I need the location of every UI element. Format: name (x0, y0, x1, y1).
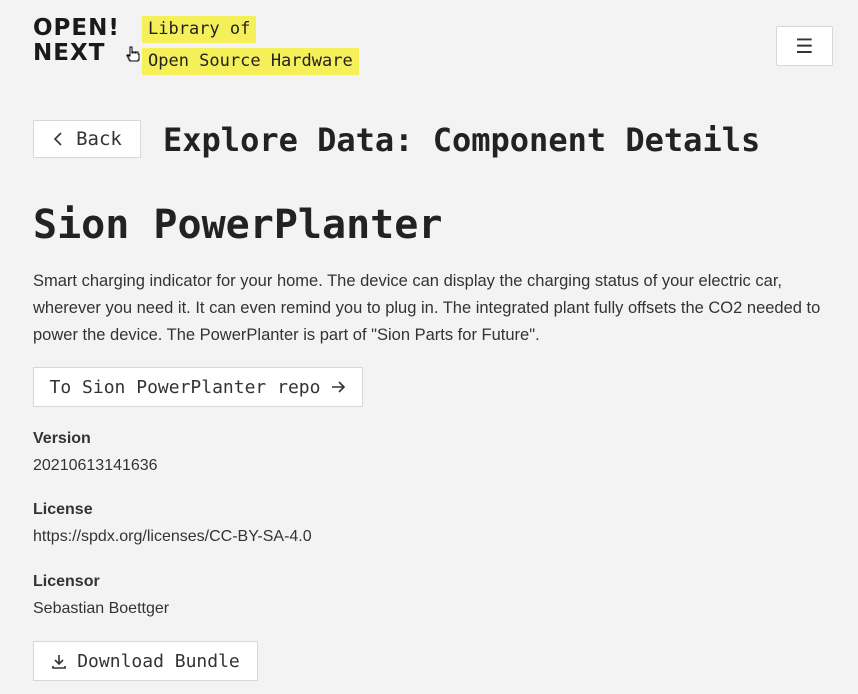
logo-line-2: NEXT (33, 40, 106, 66)
hamburger-menu-icon: ☰ (795, 34, 814, 58)
component-description: Smart charging indicator for your home. … (33, 272, 821, 344)
component-title: Sion PowerPlanter (33, 202, 443, 248)
download-icon (51, 653, 67, 669)
repo-link-button[interactable]: To Sion PowerPlanter repo (33, 367, 363, 407)
tagline-line-1: Library of (142, 16, 257, 43)
version-label: Version (33, 430, 91, 447)
license-value: https://spdx.org/licenses/CC-BY-SA-4.0 (33, 528, 312, 545)
download-button-label: Download Bundle (77, 650, 240, 672)
open-next-logo[interactable]: OPEN! NEXT (33, 16, 120, 66)
download-bundle-button[interactable]: Download Bundle (33, 641, 258, 681)
site-tagline: Library of Open Source Hardware (142, 16, 359, 75)
back-button[interactable]: Back (33, 120, 141, 158)
licensor-value: Sebastian Boettger (33, 600, 170, 617)
logo-line-1: OPEN! (33, 15, 120, 41)
page: OPEN! NEXT Library of Open Source Hardwa… (0, 0, 858, 694)
page-title: Explore Data: Component Details (163, 121, 761, 159)
tagline-line-2: Open Source Hardware (142, 48, 359, 75)
version-value: 20210613141636 (33, 457, 158, 474)
menu-button[interactable]: ☰ (776, 26, 833, 66)
hand-pointer-icon (125, 46, 141, 62)
arrow-right-icon (330, 379, 346, 395)
license-label: License (33, 501, 93, 518)
chevron-left-icon (52, 131, 64, 147)
repo-button-label: To Sion PowerPlanter repo (49, 376, 321, 398)
licensor-label: Licensor (33, 573, 100, 590)
back-button-label: Back (76, 128, 122, 150)
